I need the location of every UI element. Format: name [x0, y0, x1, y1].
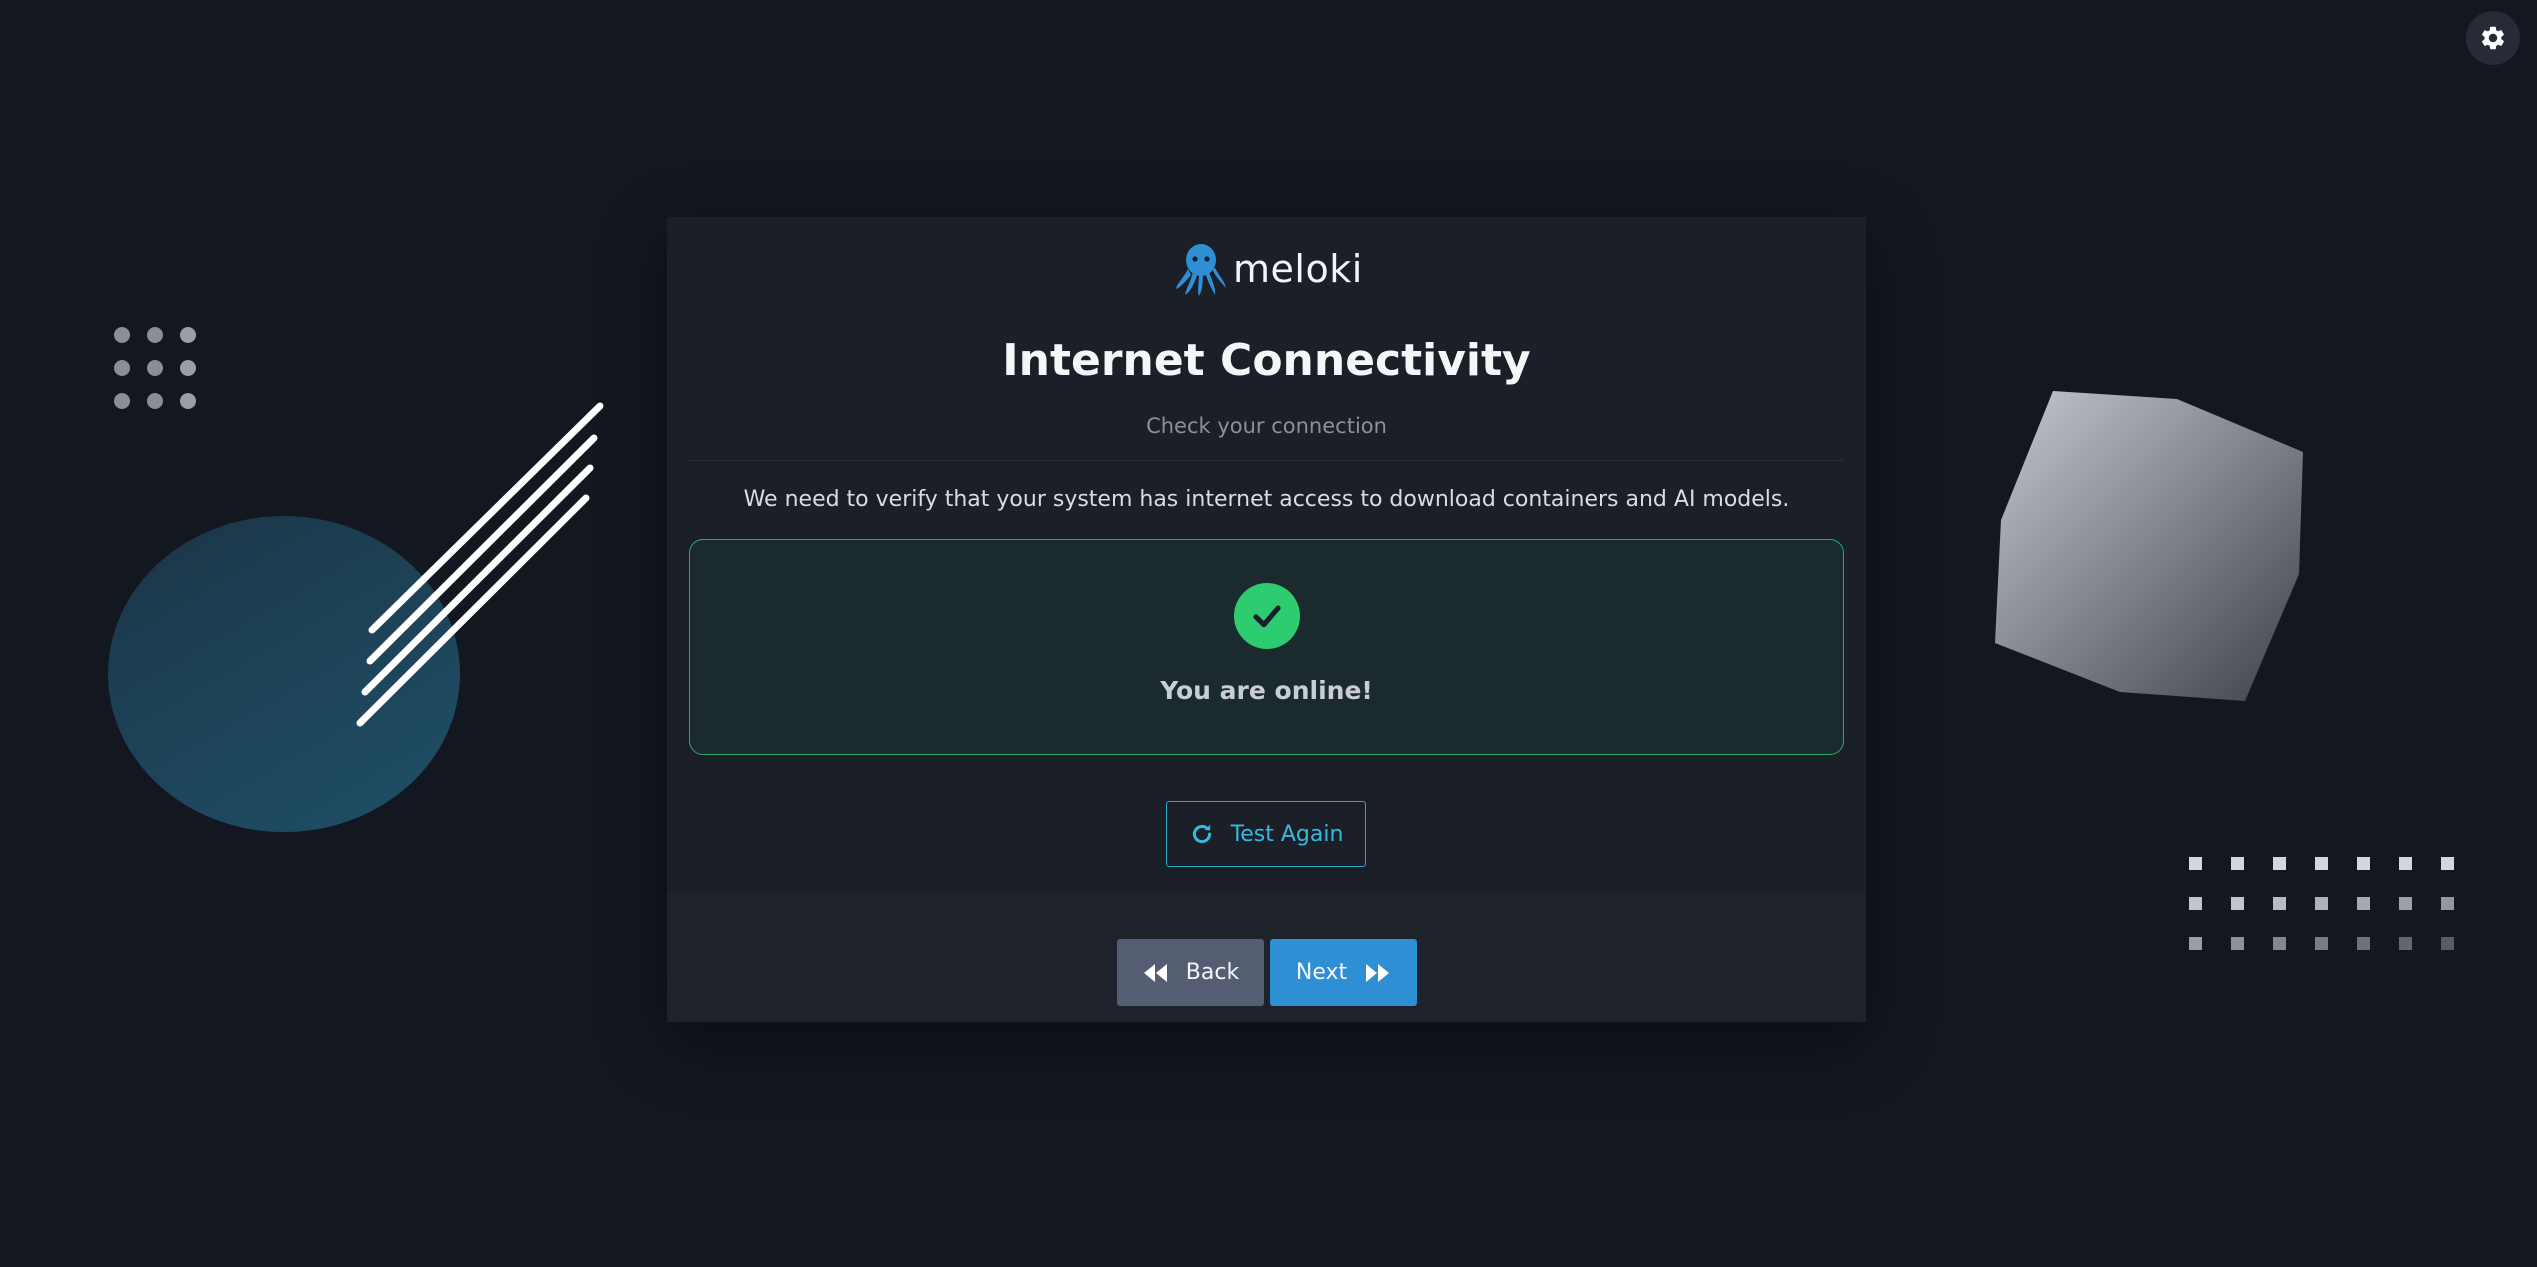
- fast-forward-icon: [1366, 963, 1390, 982]
- step-description: We need to verify that your system has i…: [743, 487, 1790, 512]
- page-title: Internet Connectivity: [1002, 335, 1531, 386]
- wizard-card: meloki Internet Connectivity Check your …: [667, 217, 1866, 1022]
- connection-status-panel: You are online!: [689, 539, 1844, 755]
- back-label: Back: [1185, 960, 1240, 985]
- test-again-button[interactable]: Test Again: [1166, 801, 1366, 867]
- decorative-dot-grid: [111, 326, 201, 416]
- refresh-icon: [1192, 824, 1211, 844]
- octopus-icon: [1176, 244, 1226, 296]
- check-icon: [1234, 583, 1300, 649]
- status-message: You are online!: [1160, 676, 1373, 705]
- wizard-footer: [667, 893, 1866, 1022]
- settings-button[interactable]: [2466, 11, 2520, 65]
- brand-logo: meloki: [1175, 239, 1363, 299]
- divider: [689, 460, 1844, 461]
- page-subtitle: Check your connection: [1146, 414, 1387, 438]
- brand-name: meloki: [1233, 247, 1363, 291]
- page: meloki Internet Connectivity Check your …: [0, 0, 2537, 1267]
- decorative-polyhedron: [1995, 391, 2303, 701]
- next-label: Next: [1295, 960, 1348, 985]
- back-button[interactable]: Back: [1117, 939, 1264, 1006]
- test-again-label: Test Again: [1230, 821, 1344, 847]
- gear-icon: [2482, 26, 2504, 50]
- decorative-lines: [356, 402, 604, 727]
- next-button[interactable]: Next: [1270, 939, 1417, 1006]
- wizard-card-body: meloki Internet Connectivity Check your …: [667, 217, 1866, 893]
- decorative-square-grid: [2185, 855, 2465, 955]
- rewind-icon: [1143, 963, 1167, 982]
